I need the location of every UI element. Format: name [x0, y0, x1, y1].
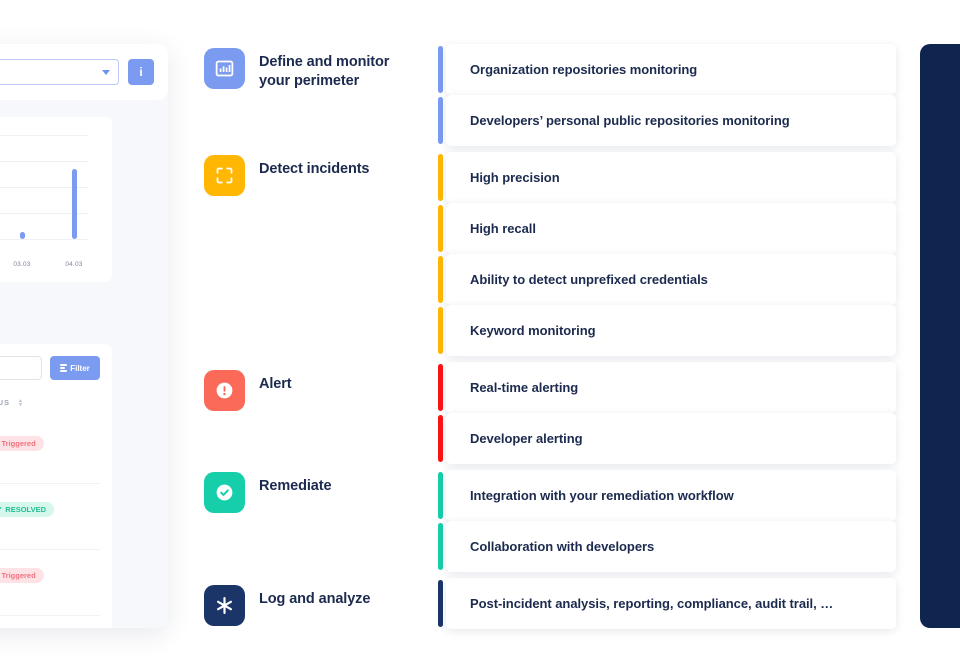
- feature-label: High recall: [470, 221, 536, 236]
- feature-accent-bar: [438, 580, 443, 627]
- chart-gridline: [0, 239, 88, 240]
- step-alert: Alert: [204, 370, 292, 411]
- step-label: Detect incidents: [259, 161, 370, 177]
- feature-card[interactable]: Post-incident analysis, reporting, compl…: [438, 578, 896, 629]
- feature-card[interactable]: Collaboration with developers: [438, 521, 896, 572]
- step-label: Define and monitor your perimeter: [259, 54, 390, 90]
- chart-gridline: [0, 161, 88, 162]
- feature-accent-bar: [438, 256, 443, 303]
- feature-card-body[interactable]: Collaboration with developers: [446, 521, 896, 572]
- sort-icon: ▲ ▼: [18, 397, 24, 408]
- chart-x-tick-label: 04.03: [65, 261, 83, 268]
- asterisk-icon: [204, 585, 245, 626]
- check-icon: ✔: [0, 505, 2, 514]
- chevron-down-icon: [102, 69, 110, 75]
- chart-x-tick-label: 03.03: [13, 261, 31, 268]
- step-label: Alert: [259, 376, 292, 392]
- feature-card[interactable]: Integration with your remediation workfl…: [438, 470, 896, 521]
- feature-accent-bar: [438, 364, 443, 411]
- feature-card-body[interactable]: Developers’ personal public repositories…: [446, 95, 896, 146]
- feature-card-body[interactable]: High recall: [446, 203, 896, 254]
- feature-label: Developers’ personal public repositories…: [470, 113, 790, 128]
- status-badge-label: Triggered: [1, 439, 36, 448]
- feature-accent-bar: [438, 415, 443, 462]
- feature-label: Collaboration with developers: [470, 539, 655, 554]
- chart-gridline: [0, 135, 88, 136]
- table-row[interactable]: ✔RESOLVED: [0, 484, 100, 550]
- alert-exclamation-icon: [204, 370, 245, 411]
- step-remediate: Remediate: [204, 472, 332, 513]
- status-badge: !Triggered: [0, 436, 44, 451]
- chart-bar: [19, 231, 25, 239]
- step-define-and-monitor: Define and monitor your perimeter: [204, 48, 389, 91]
- status-badge-label: RESOLVED: [5, 505, 46, 514]
- step-detect-incidents: Detect incidents: [204, 155, 370, 196]
- feature-accent-bar: [438, 205, 443, 252]
- feature-card[interactable]: Real-time alerting: [438, 362, 896, 413]
- dashboard-toolbar: i: [0, 44, 168, 100]
- feature-card-body[interactable]: High precision: [446, 152, 896, 203]
- check-circle-icon: [204, 472, 245, 513]
- feature-label: Integration with your remediation workfl…: [470, 488, 734, 503]
- table-row[interactable]: !Triggered: [0, 418, 100, 484]
- filter-button[interactable]: Filter: [50, 356, 100, 380]
- feature-card[interactable]: Keyword monitoring: [438, 305, 896, 356]
- feature-accent-bar: [438, 523, 443, 570]
- filter-button-label: Filter: [70, 363, 90, 373]
- dashboard-select[interactable]: [0, 59, 119, 85]
- feature-label: Ability to detect unprefixed credentials: [470, 272, 708, 287]
- dashboard-chart-card: 01.0302.0303.0304.03: [0, 117, 112, 282]
- table-row[interactable]: ✔RESOLVED: [0, 616, 100, 628]
- step-label: Remediate: [259, 478, 332, 494]
- feature-card-body[interactable]: Keyword monitoring: [446, 305, 896, 356]
- feature-card-body[interactable]: Organization repositories monitoring: [446, 44, 896, 95]
- bar-chart-icon: [204, 48, 245, 89]
- dark-panel: [920, 44, 960, 628]
- feature-card-body[interactable]: Post-incident analysis, reporting, compl…: [446, 578, 896, 629]
- list-toolbar: Filter: [0, 356, 100, 380]
- status-badge-label: Triggered: [1, 571, 36, 580]
- feature-card[interactable]: Developers’ personal public repositories…: [438, 95, 896, 146]
- feature-accent-bar: [438, 154, 443, 201]
- steps-column: Define and monitor your perimeter Detect …: [204, 44, 424, 634]
- feature-card-body[interactable]: Ability to detect unprefixed credentials: [446, 254, 896, 305]
- feature-label: High precision: [470, 170, 560, 185]
- step-log-and-analyze: Log and analyze: [204, 585, 370, 626]
- feature-accent-bar: [438, 97, 443, 144]
- feature-cards-column: Organization repositories monitoring Deve…: [438, 44, 896, 629]
- status-badge: !Triggered: [0, 568, 44, 583]
- info-button[interactable]: i: [128, 59, 154, 85]
- feature-accent-bar: [438, 307, 443, 354]
- feature-card[interactable]: High precision: [438, 152, 896, 203]
- feature-card-body[interactable]: Real-time alerting: [446, 362, 896, 413]
- feature-label: Developer alerting: [470, 431, 583, 446]
- feature-label: Organization repositories monitoring: [470, 62, 698, 77]
- feature-card[interactable]: Organization repositories monitoring: [438, 44, 896, 95]
- crosshair-frame-icon: [204, 155, 245, 196]
- step-label: Log and analyze: [259, 591, 371, 607]
- feature-card-body[interactable]: Integration with your remediation workfl…: [446, 470, 896, 521]
- feature-card[interactable]: Developer alerting: [438, 413, 896, 464]
- filter-icon: [60, 364, 68, 372]
- feature-label: Keyword monitoring: [470, 323, 596, 338]
- page-root: i 01.0302.0303.0304.03 Filter STATUS ▲▼ …: [0, 0, 960, 672]
- chart-bar: [71, 169, 77, 239]
- feature-card[interactable]: Ability to detect unprefixed credentials: [438, 254, 896, 305]
- dashboard-incident-list-card: Filter STATUS ▲▼ !Triggered ✔RESOLVED !Tri…: [0, 344, 112, 628]
- status-column-header[interactable]: STATUS ▲▼: [0, 398, 100, 407]
- dashboard-preview-panel: i 01.0302.0303.0304.03 Filter STATUS ▲▼ …: [0, 44, 168, 628]
- status-column-label: STATUS: [0, 398, 11, 407]
- table-row[interactable]: !Triggered: [0, 550, 100, 616]
- search-input[interactable]: [0, 356, 42, 380]
- feature-accent-bar: [438, 472, 443, 519]
- feature-accent-bar: [438, 46, 443, 93]
- bar-chart: 01.0302.0303.0304.03: [0, 135, 112, 268]
- feature-label: Post-incident analysis, reporting, compl…: [470, 596, 834, 611]
- feature-card[interactable]: High recall: [438, 203, 896, 254]
- status-badge: ✔RESOLVED: [0, 502, 54, 517]
- feature-label: Real-time alerting: [470, 380, 579, 395]
- feature-card-body[interactable]: Developer alerting: [446, 413, 896, 464]
